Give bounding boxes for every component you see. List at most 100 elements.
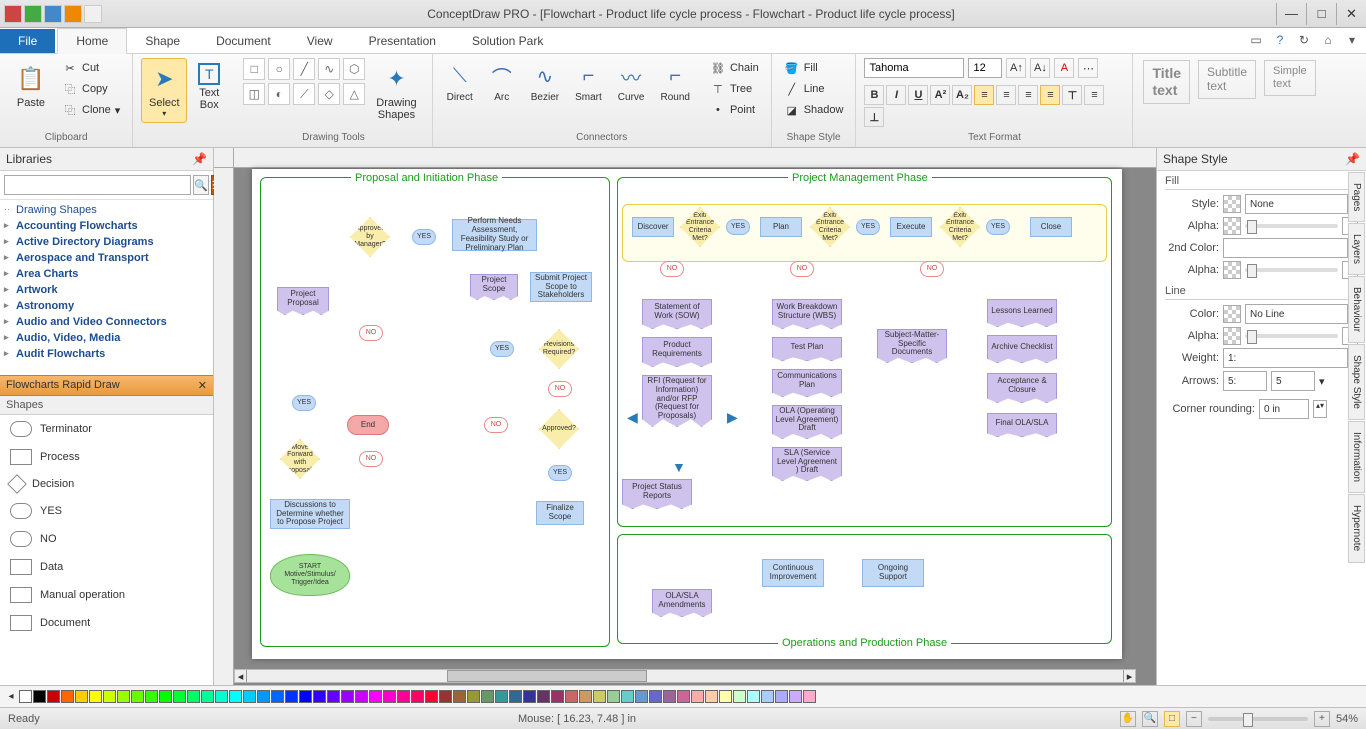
color-swatch[interactable]: [159, 690, 172, 703]
color-swatch[interactable]: [131, 690, 144, 703]
nav-left-icon[interactable]: ◀: [627, 409, 638, 426]
tree-button[interactable]: ⊤Tree: [706, 79, 763, 99]
shape-no-mgr[interactable]: NO: [359, 325, 383, 341]
home-icon[interactable]: ⌂: [1320, 32, 1336, 48]
color-swatch[interactable]: [761, 690, 774, 703]
select-button[interactable]: ➤ Select ▾: [141, 58, 187, 123]
shape-palette-item[interactable]: Terminator: [0, 415, 213, 443]
qa-btn-3[interactable]: [44, 5, 62, 23]
qa-btn-2[interactable]: [24, 5, 42, 23]
preset-simple[interactable]: Simple text: [1264, 60, 1316, 96]
color-swatch[interactable]: [495, 690, 508, 703]
style-swatch[interactable]: [1223, 195, 1241, 213]
tool-6[interactable]: ◫: [243, 83, 265, 105]
shape-no3[interactable]: NO: [920, 261, 944, 277]
shape-prodreq[interactable]: Product Requirements: [642, 337, 712, 367]
shape-rfi[interactable]: RFI (Request for Information) and/or RFP…: [642, 375, 712, 427]
color-swatch[interactable]: [187, 690, 200, 703]
shape-finalola[interactable]: Final OLA/SLA: [987, 413, 1057, 437]
tab-home[interactable]: Home: [57, 28, 127, 54]
color-swatch[interactable]: [173, 690, 186, 703]
color-swatch[interactable]: [355, 690, 368, 703]
shape-close[interactable]: Close: [1030, 217, 1072, 237]
color-swatch[interactable]: [565, 690, 578, 703]
qa-btn-4[interactable]: [64, 5, 82, 23]
shape-palette-item[interactable]: Process: [0, 443, 213, 471]
nav-right-icon[interactable]: ▶: [727, 409, 738, 426]
color-swatch[interactable]: [621, 690, 634, 703]
tool-4[interactable]: ∿: [318, 58, 340, 80]
shape-list[interactable]: TerminatorProcessDecisionYESNODataManual…: [0, 415, 213, 685]
color-swatch[interactable]: [229, 690, 242, 703]
file-tab[interactable]: File: [0, 29, 55, 53]
tool-7[interactable]: ◐: [268, 83, 290, 105]
color-swatch[interactable]: [481, 690, 494, 703]
rapid-draw-section[interactable]: Flowcharts Rapid Draw ✕: [0, 375, 213, 396]
align-left[interactable]: ≡: [974, 85, 994, 105]
color-swatch[interactable]: [789, 690, 802, 703]
shadow-button[interactable]: ◪Shadow: [780, 100, 848, 120]
shape-end[interactable]: End: [347, 415, 389, 435]
textbox-button[interactable]: T Text Box: [191, 58, 227, 116]
shape-sme[interactable]: Subject-Matter- Specific Documents: [877, 329, 947, 363]
copy-button[interactable]: ⿻Copy: [58, 79, 124, 99]
font-color[interactable]: A: [1054, 58, 1074, 78]
library-item[interactable]: Artwork: [0, 282, 213, 298]
tool-9[interactable]: ◇: [318, 83, 340, 105]
library-item[interactable]: Audio and Video Connectors: [0, 314, 213, 330]
color-swatch[interactable]: [201, 690, 214, 703]
dropdown-icon[interactable]: ▾: [1344, 32, 1360, 48]
underline-button[interactable]: U: [908, 85, 928, 105]
shape-discussions[interactable]: Discussions to Determine whether to Prop…: [270, 499, 350, 529]
align-right[interactable]: ≡: [1018, 85, 1038, 105]
status-zoom-area[interactable]: 🔍: [1142, 711, 1158, 727]
color-swatch[interactable]: [579, 690, 592, 703]
color-swatch[interactable]: [117, 690, 130, 703]
shape-yes3[interactable]: YES: [986, 219, 1010, 235]
color-swatch[interactable]: [593, 690, 606, 703]
color-swatch[interactable]: [19, 690, 32, 703]
refresh-icon[interactable]: ↻: [1296, 32, 1312, 48]
increase-font[interactable]: A↑: [1006, 58, 1026, 78]
library-list[interactable]: Drawing ShapesAccounting FlowchartsActiv…: [0, 200, 213, 375]
color-swatch[interactable]: [103, 690, 116, 703]
color-swatch[interactable]: [341, 690, 354, 703]
connector-bezier[interactable]: ∿Bezier: [525, 58, 565, 105]
color-swatch[interactable]: [425, 690, 438, 703]
search-button[interactable]: 🔍: [193, 175, 209, 195]
library-item[interactable]: Accounting Flowcharts: [0, 218, 213, 234]
shape-no-fwd[interactable]: NO: [359, 451, 383, 467]
fill-button[interactable]: 🪣Fill: [780, 58, 848, 78]
shape-scope[interactable]: Project Scope: [470, 274, 518, 300]
ruler-vertical[interactable]: [214, 168, 234, 685]
align-justify[interactable]: ≡: [1040, 85, 1060, 105]
status-hand[interactable]: ✋: [1120, 711, 1136, 727]
preset-subtitle[interactable]: Subtitle text: [1198, 60, 1256, 99]
color-swatch[interactable]: [775, 690, 788, 703]
color-swatch[interactable]: [719, 690, 732, 703]
zoom-in[interactable]: +: [1314, 711, 1330, 727]
tool-2[interactable]: ○: [268, 58, 290, 80]
valign-top[interactable]: ⊤: [1062, 85, 1082, 105]
shape-proposal[interactable]: Project Proposal: [277, 287, 329, 315]
color-swatch[interactable]: [243, 690, 256, 703]
tool-1[interactable]: □: [243, 58, 265, 80]
chain-button[interactable]: ⛓Chain: [706, 58, 763, 78]
shape-yes1[interactable]: YES: [726, 219, 750, 235]
arrow-start[interactable]: 5:: [1223, 371, 1267, 391]
shape-acceptance[interactable]: Acceptance & Closure: [987, 373, 1057, 403]
library-item[interactable]: Aerospace and Transport: [0, 250, 213, 266]
library-item[interactable]: Audio, Video, Media: [0, 330, 213, 346]
shape-execute[interactable]: Execute: [890, 217, 932, 237]
preset-title[interactable]: Title text: [1143, 60, 1190, 104]
shape-yes-rev[interactable]: YES: [490, 341, 514, 357]
corner-input[interactable]: 0 in: [1259, 399, 1309, 419]
vtab-behaviour[interactable]: Behaviour: [1348, 276, 1365, 343]
decrease-font[interactable]: A↓: [1030, 58, 1050, 78]
shape-no-rev[interactable]: NO: [548, 381, 572, 397]
vtab-pages[interactable]: Pages: [1348, 172, 1365, 222]
alpha2-slider[interactable]: [1245, 268, 1338, 272]
tool-10[interactable]: △: [343, 83, 365, 105]
clone-button[interactable]: ⿻Clone ▾: [58, 100, 124, 120]
vtab-shape-style[interactable]: Shape Style: [1348, 344, 1365, 420]
